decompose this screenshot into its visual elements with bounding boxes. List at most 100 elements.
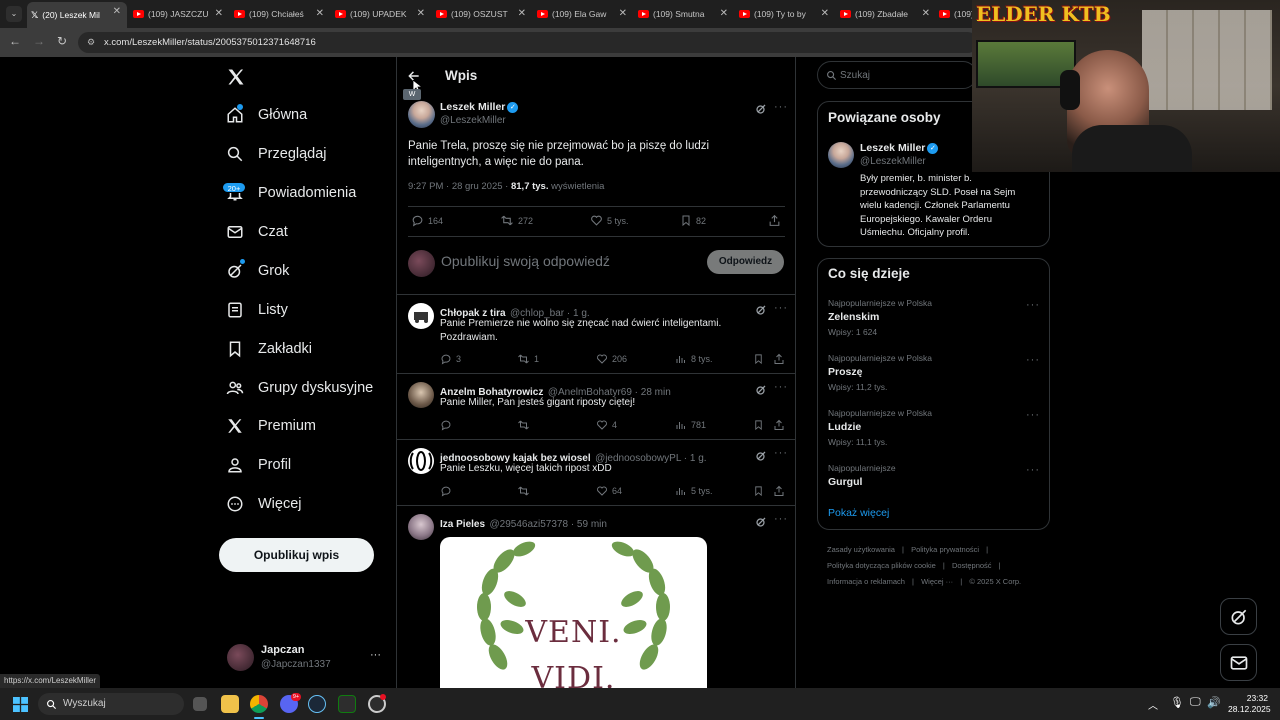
- more-icon[interactable]: ···: [1026, 409, 1040, 421]
- browser-tab[interactable]: (109): [935, 4, 975, 24]
- repost-button[interactable]: [517, 485, 534, 497]
- sidebar-item-premium[interactable]: Premium: [226, 417, 316, 435]
- close-icon[interactable]: ✕: [316, 8, 324, 19]
- reload-icon[interactable]: ↻: [57, 34, 67, 48]
- more-icon[interactable]: ···: [1026, 299, 1040, 311]
- footer-link[interactable]: Zasady użytkowania: [827, 545, 895, 554]
- post-button[interactable]: Opublikuj wpis: [219, 538, 374, 572]
- more-icon[interactable]: ···: [774, 513, 788, 525]
- footer-link[interactable]: Więcej ···: [921, 577, 953, 586]
- reply-composer-input[interactable]: Opublikuj swoją odpowiedź: [441, 253, 610, 269]
- monitor-icon[interactable]: 🖵: [1190, 696, 1201, 709]
- browser-tab[interactable]: (109) Chciałeś ✕: [230, 4, 330, 24]
- bookmark-button[interactable]: [753, 419, 768, 431]
- sidebar-item-grok[interactable]: Grok: [226, 262, 289, 280]
- browser-tab[interactable]: (109) OSZUST ✕: [432, 4, 532, 24]
- browser-tab[interactable]: (109) Smutna ✕: [634, 4, 734, 24]
- sidebar-item-chat[interactable]: Czat: [226, 223, 288, 241]
- grok-icon[interactable]: [755, 102, 767, 120]
- grok-icon[interactable]: [755, 515, 767, 533]
- close-icon[interactable]: ✕: [821, 8, 829, 19]
- reply-image[interactable]: VENI. VIDI.: [440, 537, 707, 688]
- volume-icon[interactable]: 🔊: [1207, 696, 1221, 709]
- close-icon[interactable]: ✕: [417, 8, 425, 19]
- related-avatar[interactable]: [828, 142, 854, 168]
- share-button[interactable]: [773, 419, 789, 431]
- sidebar-item-more[interactable]: Więcej: [226, 495, 302, 513]
- more-icon[interactable]: ···: [774, 302, 788, 314]
- grok-float-button[interactable]: [1220, 598, 1257, 635]
- tab-list-dropdown[interactable]: ⌄: [6, 6, 22, 22]
- windows-start-icon[interactable]: [13, 697, 28, 712]
- footer-link[interactable]: Polityka prywatności: [911, 545, 979, 554]
- site-info-icon[interactable]: ⚙: [87, 32, 95, 53]
- steam-icon[interactable]: [308, 695, 326, 713]
- browser-tab-active[interactable]: 𝕏 (20) Leszek Mil ✕: [27, 2, 127, 28]
- sidebar-item-explore[interactable]: Przeglądaj: [226, 145, 327, 163]
- chrome-icon[interactable]: [250, 695, 268, 713]
- views-button[interactable]: 5 tys.: [675, 485, 713, 497]
- reply-button[interactable]: [440, 419, 456, 431]
- sidebar-item-lists[interactable]: Listy: [226, 301, 288, 319]
- forward-icon[interactable]: →: [33, 34, 45, 48]
- reply-button[interactable]: [440, 485, 456, 497]
- chevron-up-icon[interactable]: ︿: [1148, 697, 1158, 712]
- x-logo-icon[interactable]: [226, 67, 246, 92]
- footer-link[interactable]: Informacja o reklamach: [827, 577, 905, 586]
- like-button[interactable]: 64: [596, 485, 622, 497]
- browser-tab[interactable]: (109) UPADEK ✕: [331, 4, 431, 24]
- author-handle[interactable]: @LeszekMiller: [440, 115, 506, 126]
- close-icon[interactable]: ✕: [113, 6, 121, 17]
- views-button[interactable]: 781: [675, 419, 706, 431]
- close-icon[interactable]: ✕: [619, 8, 627, 19]
- sidebar-item-communities[interactable]: Grupy dyskusyjne: [226, 379, 373, 397]
- microphone-icon[interactable]: 🎙: [1170, 696, 1184, 709]
- account-switcher[interactable]: Japczan @Japczan1337 ···: [222, 639, 387, 677]
- reply-submit-button[interactable]: Odpowiedz: [707, 250, 784, 274]
- share-button[interactable]: [773, 353, 789, 365]
- views-button[interactable]: 8 tys.: [675, 353, 713, 365]
- like-button[interactable]: 5 tys.: [590, 214, 629, 227]
- back-icon[interactable]: ←: [9, 34, 21, 48]
- close-icon[interactable]: ✕: [215, 8, 223, 19]
- more-icon[interactable]: ···: [774, 101, 788, 113]
- sidebar-item-bookmarks[interactable]: Zakładki: [226, 340, 312, 358]
- search-input[interactable]: Szukaj: [817, 61, 977, 89]
- more-icon[interactable]: ···: [370, 649, 381, 661]
- messages-float-button[interactable]: [1220, 644, 1257, 681]
- bookmark-button[interactable]: 82: [680, 214, 706, 227]
- browser-tab[interactable]: (109) Ty to by ✕: [735, 4, 835, 24]
- share-button[interactable]: [773, 485, 789, 497]
- close-icon[interactable]: ✕: [922, 8, 930, 19]
- close-icon[interactable]: ✕: [720, 8, 728, 19]
- like-button[interactable]: 4: [596, 419, 617, 431]
- more-icon[interactable]: ···: [1026, 354, 1040, 366]
- more-icon[interactable]: ···: [1026, 464, 1040, 476]
- task-view-icon[interactable]: [193, 697, 207, 711]
- author-avatar[interactable]: [408, 101, 435, 128]
- repost-button[interactable]: 272: [500, 214, 533, 227]
- file-explorer-icon[interactable]: [221, 695, 239, 713]
- more-icon[interactable]: ···: [774, 381, 788, 393]
- bookmark-button[interactable]: [753, 353, 768, 365]
- browser-tab[interactable]: (109) Zbadałe ✕: [836, 4, 936, 24]
- footer-link[interactable]: Dostępność: [952, 561, 992, 570]
- share-button[interactable]: [768, 214, 785, 227]
- reply-button[interactable]: 3: [440, 353, 461, 365]
- footer-link[interactable]: Polityka dotycząca plików cookie: [827, 561, 936, 570]
- taskbar-search[interactable]: Wyszukaj: [38, 693, 184, 715]
- grok-icon[interactable]: [755, 303, 767, 321]
- bookmark-button[interactable]: [753, 485, 768, 497]
- repost-button[interactable]: 1: [517, 353, 539, 365]
- related-name[interactable]: Leszek Miller ✓: [860, 142, 939, 154]
- repost-button[interactable]: [517, 419, 534, 431]
- more-icon[interactable]: ···: [774, 447, 788, 459]
- browser-tab[interactable]: (109) Ela Gaw ✕: [533, 4, 633, 24]
- like-button[interactable]: 206: [596, 353, 627, 365]
- system-clock[interactable]: 23:32 28.12.2025: [1228, 693, 1271, 715]
- sidebar-item-profile[interactable]: Profil: [226, 456, 291, 474]
- grok-icon[interactable]: [755, 449, 767, 467]
- xbox-icon[interactable]: [338, 695, 356, 713]
- url-input[interactable]: ⚙ x.com/LeszekMiller/status/200537501237…: [78, 32, 978, 53]
- close-icon[interactable]: ✕: [518, 8, 526, 19]
